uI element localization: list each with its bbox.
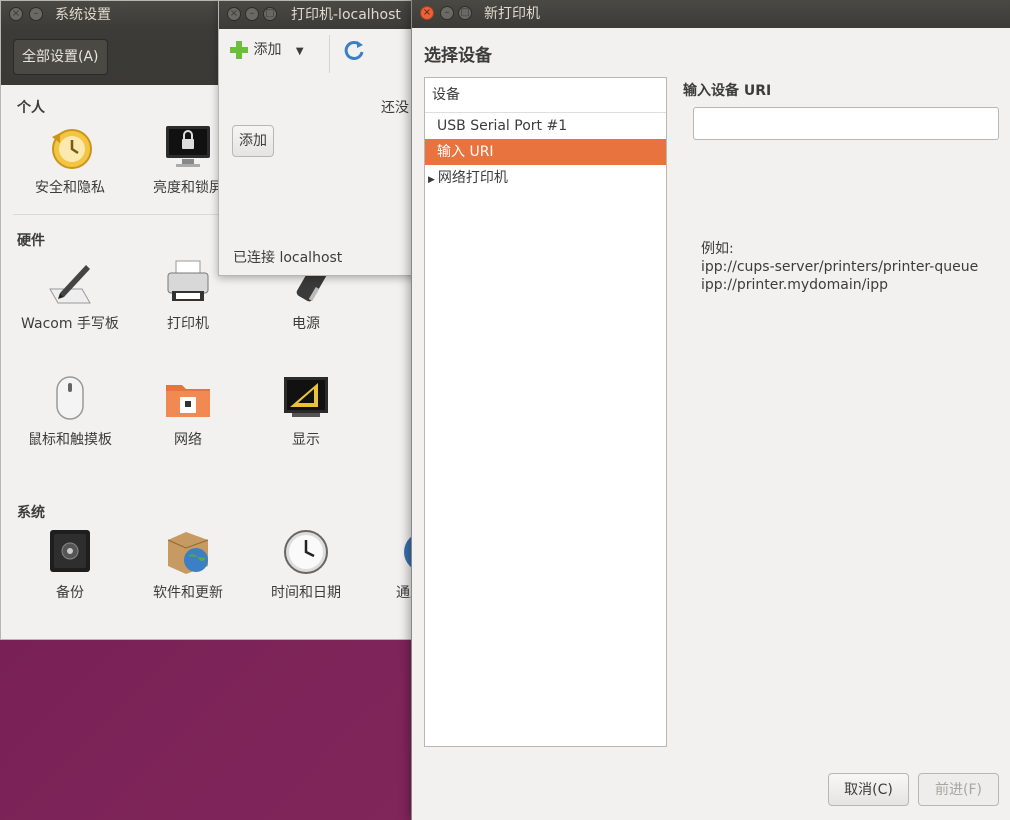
- refresh-icon[interactable]: [343, 39, 365, 65]
- printer-icon: [164, 259, 212, 307]
- section-title-hardware: 硬件: [17, 233, 45, 249]
- cancel-button[interactable]: 取消(C): [828, 773, 909, 806]
- settings-item-label: 安全和隐私: [35, 180, 105, 196]
- settings-item-software[interactable]: 软件和更新: [133, 528, 243, 604]
- example-uri-2: ipp://printer.mydomain/ipp: [701, 277, 888, 293]
- settings-item-label: 备份: [56, 585, 84, 601]
- device-list-header[interactable]: 设备: [425, 78, 666, 113]
- chevron-down-icon[interactable]: ▼: [296, 46, 304, 57]
- network-folder-icon: [164, 375, 212, 423]
- connection-status: 已连接 localhost: [233, 250, 343, 266]
- settings-item-label: 显示: [292, 432, 320, 448]
- device-row-usb-serial[interactable]: USB Serial Port #1: [425, 113, 666, 139]
- minimize-icon[interactable]: –: [440, 6, 454, 20]
- section-title-system: 系统: [17, 505, 45, 521]
- toolbar-separator: [329, 35, 330, 73]
- uri-field-label: 输入设备 URI: [683, 83, 772, 99]
- mouse-icon: [46, 375, 94, 423]
- device-row-label: 网络打印机: [437, 170, 508, 186]
- close-icon[interactable]: ×: [227, 7, 241, 21]
- dialog-titlebar: × – □ 新打印机: [412, 0, 1010, 28]
- add-printer-button[interactable]: 添加: [232, 125, 274, 157]
- minimize-icon[interactable]: –: [245, 7, 259, 21]
- display-icon: [282, 375, 330, 423]
- settings-item-security[interactable]: 安全和隐私: [15, 123, 125, 199]
- expander-triangle-icon[interactable]: ▶: [428, 175, 435, 185]
- example-uri-1: ipp://cups-server/printers/printer-queue: [701, 259, 979, 275]
- forward-button[interactable]: 前进(F): [918, 773, 999, 806]
- maximize-icon[interactable]: □: [458, 6, 472, 20]
- settings-item-label: 鼠标和触摸板: [28, 432, 112, 448]
- brightness-lock-icon: [164, 123, 212, 171]
- printers-titlebar: × – □ 打印机-localhost: [219, 1, 429, 29]
- window-title: 打印机-localhost: [291, 7, 401, 23]
- settings-item-label: 电源: [292, 316, 320, 332]
- add-printer-tool[interactable]: 添加 ▼: [229, 39, 304, 60]
- page-title: 选择设备: [424, 46, 492, 66]
- all-settings-button[interactable]: 全部设置(A): [13, 39, 108, 75]
- software-updates-icon: [164, 528, 212, 576]
- settings-item-label: 软件和更新: [153, 585, 223, 601]
- settings-item-backup[interactable]: 备份: [15, 528, 125, 604]
- maximize-icon[interactable]: □: [263, 7, 277, 21]
- settings-item-wacom[interactable]: Wacom 手写板: [15, 259, 125, 335]
- add-tool-label: 添加: [253, 42, 282, 58]
- device-row-network-printer[interactable]: ▶ 网络打印机: [425, 165, 666, 191]
- no-printers-text: 还没: [381, 100, 409, 116]
- wacom-tablet-icon: [46, 259, 94, 307]
- settings-item-label: 时间和日期: [271, 585, 341, 601]
- settings-item-label: 打印机: [167, 316, 209, 332]
- new-printer-dialog: × – □ 新打印机 选择设备 设备 USB Serial Port #1 输入…: [411, 0, 1010, 820]
- settings-item-label: Wacom 手写板: [21, 316, 119, 332]
- clock-icon: [282, 528, 330, 576]
- settings-item-display[interactable]: 显示: [251, 375, 361, 451]
- device-list: 设备 USB Serial Port #1 输入 URI ▶ 网络打印机: [424, 77, 667, 747]
- device-uri-input[interactable]: [693, 107, 999, 140]
- close-icon[interactable]: ×: [9, 7, 23, 21]
- minimize-icon[interactable]: –: [29, 7, 43, 21]
- examples-title: 例如:: [701, 241, 734, 257]
- section-title-personal: 个人: [17, 100, 45, 116]
- backup-safe-icon: [46, 528, 94, 576]
- window-title: 新打印机: [484, 6, 540, 22]
- uri-examples: 例如: ipp://cups-server/printers/printer-q…: [701, 240, 978, 294]
- settings-item-datetime[interactable]: 时间和日期: [251, 528, 361, 604]
- plus-icon: [230, 41, 248, 59]
- settings-item-network[interactable]: 网络: [133, 375, 243, 451]
- security-privacy-icon: [46, 123, 94, 171]
- printers-toolbar: 添加 ▼: [219, 29, 429, 75]
- settings-item-label: 网络: [174, 432, 202, 448]
- settings-item-mouse[interactable]: 鼠标和触摸板: [15, 375, 125, 451]
- device-row-enter-uri[interactable]: 输入 URI: [425, 139, 666, 165]
- close-icon[interactable]: ×: [420, 6, 434, 20]
- printers-window: × – □ 打印机-localhost 添加 ▼ 还没 添加 已连接 local…: [218, 0, 430, 276]
- window-title: 系统设置: [55, 7, 111, 23]
